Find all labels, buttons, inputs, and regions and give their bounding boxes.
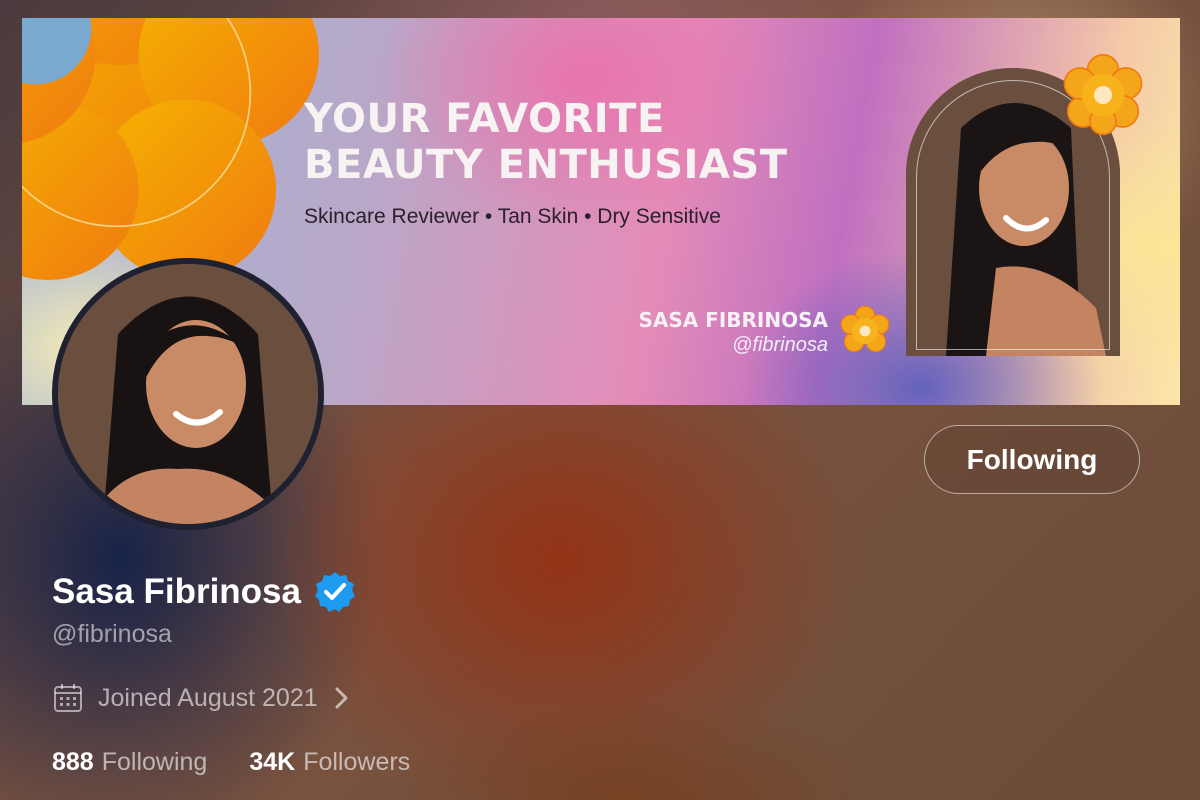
banner-tagline: Skincare Reviewer • Tan Skin • Dry Sensi… (304, 205, 721, 228)
display-name: Sasa Fibrinosa (52, 572, 301, 611)
chevron-right-icon (335, 687, 348, 709)
profile-avatar[interactable] (52, 258, 324, 530)
joined-row[interactable]: Joined August 2021 (52, 682, 352, 714)
profile-handle: @fibrinosa (52, 620, 172, 648)
following-label: Following (101, 748, 208, 776)
followers-label: Followers (303, 748, 411, 776)
corner-flower-icon (1063, 54, 1143, 136)
following-count: 888 (52, 748, 94, 776)
calendar-icon (54, 684, 82, 712)
banner-headline: YOUR FAVORITE BEAUTY ENTHUSIAST (304, 96, 864, 188)
profile-stats: 888 Following 34K Followers (52, 748, 410, 777)
verified-badge-icon[interactable] (313, 570, 357, 614)
joined-text: Joined August 2021 (98, 683, 318, 712)
followers-count: 34K (249, 748, 296, 776)
following-button[interactable]: Following (924, 425, 1140, 494)
banner-name: SASA FIBRINOSA (638, 308, 828, 332)
avatar-portrait (58, 264, 318, 524)
following-stat[interactable]: 888 Following (52, 748, 207, 777)
avatar-image (58, 264, 318, 524)
small-flower-icon (840, 305, 890, 353)
profile-name-row: Sasa Fibrinosa (52, 570, 357, 614)
banner-headline-line1: YOUR FAVORITE (304, 96, 665, 142)
banner-handle: @fibrinosa (732, 334, 828, 356)
banner-headline-line2: BEAUTY ENTHUSIAST (304, 142, 788, 188)
followers-stat[interactable]: 34K Followers (249, 748, 410, 777)
